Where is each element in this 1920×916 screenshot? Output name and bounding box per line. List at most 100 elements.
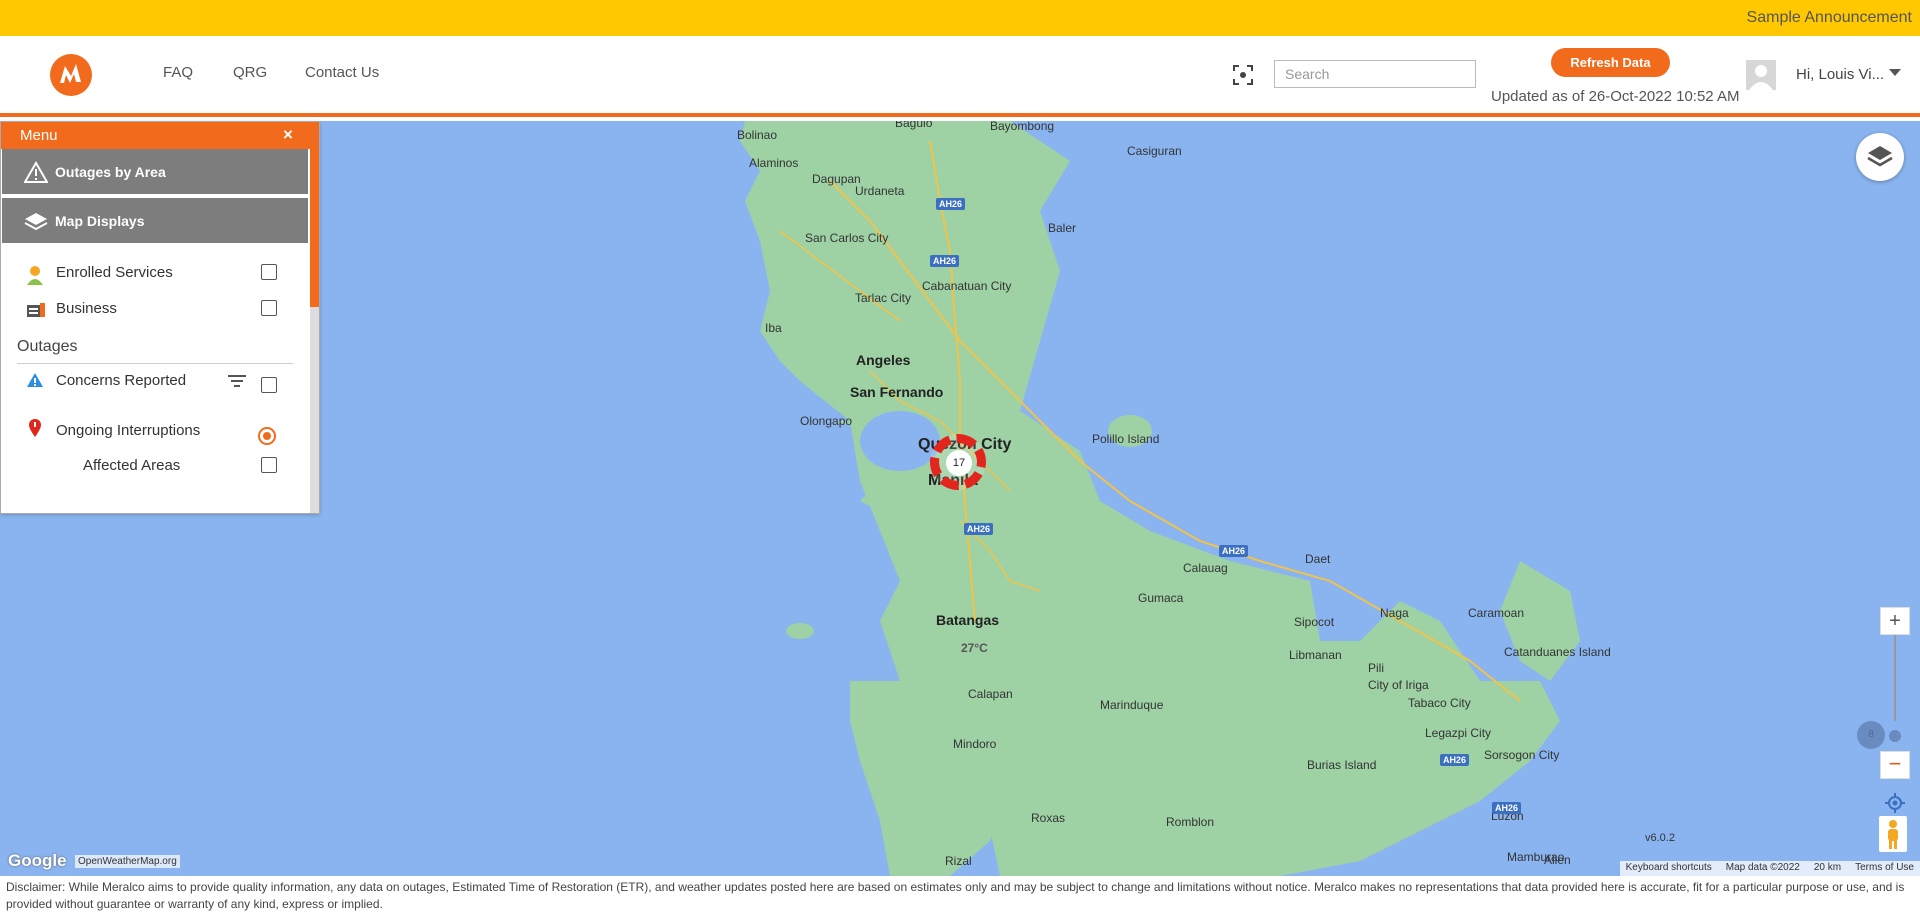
avatar[interactable] xyxy=(1746,60,1776,90)
place-label: City of Iriga xyxy=(1368,678,1429,692)
outage-cluster-count[interactable]: 17 xyxy=(946,450,972,476)
place-label: Dagupan xyxy=(812,172,861,186)
refresh-data-button[interactable]: Refresh Data xyxy=(1551,48,1670,77)
highway-shield: AH26 xyxy=(930,255,960,267)
zoom-slider-handle[interactable] xyxy=(1889,730,1901,742)
option-enrolled-services: Enrolled Services xyxy=(56,264,173,281)
locate-icon[interactable] xyxy=(1885,793,1905,813)
place-label: Mindoro xyxy=(953,737,997,751)
place-label: Iba xyxy=(765,321,782,335)
section-label: Map Displays xyxy=(55,213,145,229)
layers-button[interactable] xyxy=(1856,133,1904,181)
place-label: Marinduque xyxy=(1100,698,1164,712)
enrolled-services-checkbox[interactable] xyxy=(261,264,277,280)
announcement-bar: Sample Announcement xyxy=(0,0,1920,36)
chevron-down-icon[interactable] xyxy=(1889,69,1901,76)
place-label: Romblon xyxy=(1166,815,1215,829)
menu-panel: Menu × Outages by Area Map Displays Enro… xyxy=(0,121,320,514)
section-outages-by-area[interactable]: Outages by Area xyxy=(2,149,308,196)
option-concerns-reported: Concerns Reported xyxy=(56,372,187,389)
place-label: Urdaneta xyxy=(855,184,905,198)
search-input[interactable] xyxy=(1274,60,1476,88)
filter-icon[interactable] xyxy=(228,374,246,388)
zoom-out-button[interactable]: − xyxy=(1880,751,1910,779)
place-label: Sipocot xyxy=(1294,615,1335,629)
place-label: Allen xyxy=(1544,853,1571,867)
warning-icon xyxy=(27,373,43,387)
place-label: Alaminos xyxy=(749,156,799,170)
place-label: San Fernando xyxy=(850,384,944,400)
divider xyxy=(17,363,293,364)
place-label: Caramoan xyxy=(1468,606,1525,620)
keyboard-shortcuts-link[interactable]: Keyboard shortcuts xyxy=(1626,862,1712,875)
place-label: Pili xyxy=(1368,661,1385,675)
user-greeting[interactable]: Hi, Louis Vi... xyxy=(1796,66,1884,83)
place-label: Gumaca xyxy=(1138,591,1184,605)
app-version: v6.0.2 xyxy=(1645,832,1675,844)
disclaimer: Disclaimer: While Meralco aims to provid… xyxy=(0,876,1920,916)
outages-heading: Outages xyxy=(17,338,78,355)
zoom-slider-track[interactable] xyxy=(1894,635,1896,721)
place-label: Cabanatuan City xyxy=(922,279,1012,293)
highway-shield: AH26 xyxy=(1440,754,1470,766)
scan-icon[interactable] xyxy=(1232,64,1254,86)
place-label: Burias Island xyxy=(1307,758,1377,772)
terms-of-use-link[interactable]: Terms of Use xyxy=(1855,862,1914,875)
person-icon xyxy=(27,266,43,285)
option-business: Business xyxy=(56,300,117,317)
place-label: Bolinao xyxy=(737,128,778,142)
zoom-level-indicator: 8 xyxy=(1857,721,1885,749)
affected-areas-checkbox[interactable] xyxy=(261,457,277,473)
map-data-credit: Map data ©2022 xyxy=(1725,862,1800,873)
layers-icon xyxy=(1867,146,1893,167)
nav-qrg[interactable]: QRG xyxy=(233,64,267,81)
place-label: Polillo Island xyxy=(1092,432,1160,446)
nav-contact-us[interactable]: Contact Us xyxy=(305,64,379,81)
pegman-icon xyxy=(1888,820,1898,849)
place-label: Tabaco City xyxy=(1408,696,1471,710)
place-label: Bayombong xyxy=(990,121,1055,133)
scale-label: 20 km xyxy=(1813,862,1842,873)
place-label: Calauag xyxy=(1183,561,1228,575)
close-icon[interactable]: × xyxy=(283,125,293,145)
place-label: Rizal xyxy=(945,854,972,868)
place-label: Calapan xyxy=(968,687,1013,701)
menu-scrollbar-thumb[interactable] xyxy=(310,149,319,307)
map-pin-icon xyxy=(29,419,41,437)
temperature-label: 27°C xyxy=(961,641,988,655)
updated-timestamp: Updated as of 26-Oct-2022 10:52 AM xyxy=(1491,88,1740,105)
google-logo[interactable]: Google xyxy=(8,851,67,871)
place-label: Olongapo xyxy=(800,414,853,428)
option-affected-areas: Affected Areas xyxy=(83,457,181,474)
concerns-reported-checkbox[interactable] xyxy=(261,377,277,393)
place-label: Libmanan xyxy=(1289,648,1342,662)
business-checkbox[interactable] xyxy=(261,300,277,316)
place-label: Legazpi City xyxy=(1425,726,1492,740)
place-label: Roxas xyxy=(1031,811,1066,825)
section-map-displays[interactable]: Map Displays xyxy=(2,198,308,245)
openweathermap-credit[interactable]: OpenWeatherMap.org xyxy=(75,855,180,868)
meralco-logo[interactable] xyxy=(48,52,94,98)
ongoing-interruptions-radio[interactable] xyxy=(258,427,276,445)
menu-header: Menu × xyxy=(1,122,319,149)
place-label: Tarlac City xyxy=(855,291,912,305)
place-label: San Carlos City xyxy=(805,231,889,245)
nav-faq[interactable]: FAQ xyxy=(163,64,193,81)
place-label: Catanduanes Island xyxy=(1504,645,1611,659)
section-label: Outages by Area xyxy=(55,164,166,180)
place-label: Daet xyxy=(1305,552,1331,566)
place-label: Angeles xyxy=(856,352,911,368)
warning-icon xyxy=(24,161,48,183)
header: FAQ QRG Contact Us Refresh Data Updated … xyxy=(0,36,1920,117)
option-ongoing-interruptions: Ongoing Interruptions xyxy=(56,422,201,439)
place-label: Naga xyxy=(1380,606,1409,620)
map-footer: Keyboard shortcuts Map data ©2022 20 km … xyxy=(1619,861,1920,876)
place-label: Batangas xyxy=(936,612,1000,628)
user-silhouette-icon xyxy=(1749,65,1773,90)
layers-icon xyxy=(24,213,48,231)
announcement-text: Sample Announcement xyxy=(1746,9,1912,26)
street-view-pegman[interactable] xyxy=(1879,816,1907,852)
zoom-in-button[interactable]: + xyxy=(1880,607,1910,635)
place-label: Sorsogon City xyxy=(1484,748,1560,762)
highway-shield: AH26 xyxy=(936,198,966,210)
